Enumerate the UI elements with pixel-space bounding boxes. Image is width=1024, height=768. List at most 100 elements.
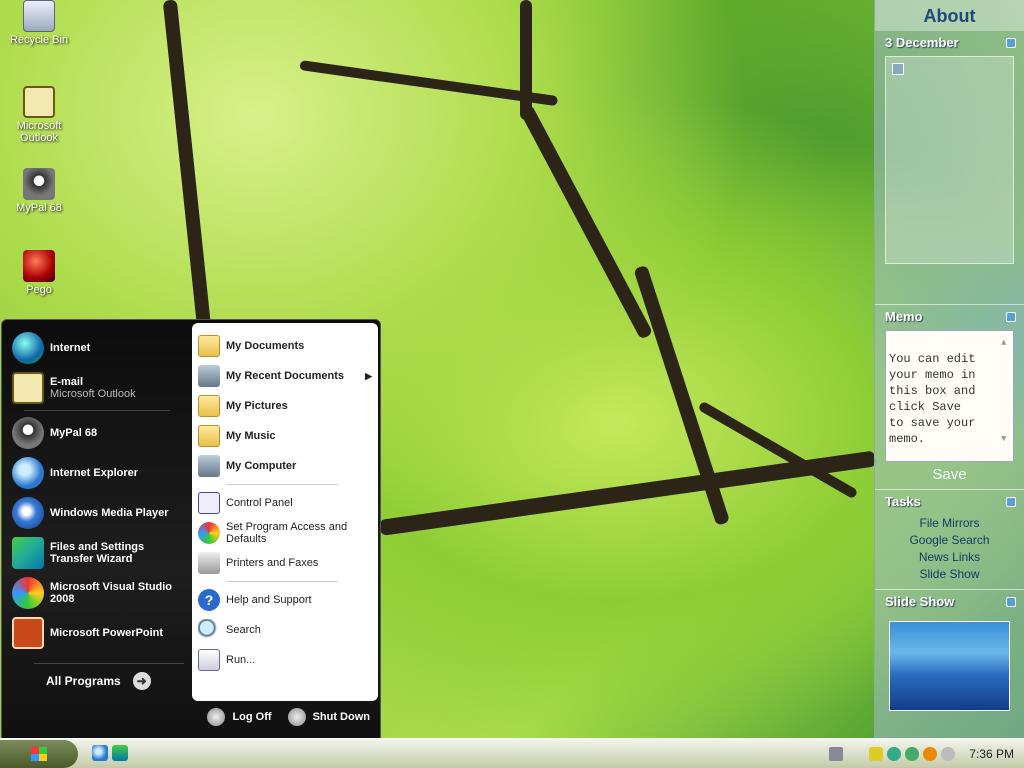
desktop-icon-mypal[interactable]: MyPal 68 bbox=[0, 168, 78, 214]
place-my-documents[interactable]: My Documents bbox=[198, 331, 378, 361]
task-link-google-search[interactable]: Google Search bbox=[875, 532, 1024, 549]
help-and-support[interactable]: ? Help and Support bbox=[198, 585, 378, 615]
start-item-label: MyPal 68 bbox=[50, 427, 98, 439]
run-item[interactable]: Run... bbox=[198, 645, 378, 675]
start-menu-programs: Internet E-mail Microsoft Outlook MyPal … bbox=[6, 328, 188, 653]
place-my-computer[interactable]: My Computer bbox=[198, 451, 378, 481]
start-item-email[interactable]: E-mail Microsoft Outlook bbox=[6, 368, 188, 408]
submenu-arrow-icon: ▶ bbox=[365, 370, 372, 381]
tasks-heading: Tasks bbox=[885, 494, 921, 509]
calendar-gadget-icon[interactable] bbox=[1006, 37, 1016, 48]
start-item-internet-explorer[interactable]: Internet Explorer bbox=[6, 453, 188, 493]
calendar-header: 3 December bbox=[875, 31, 1024, 52]
start-menu-footer: Log Off Shut Down bbox=[207, 708, 370, 726]
desktop-icon-label: Microsoft Outlook bbox=[16, 120, 62, 144]
start-button[interactable] bbox=[0, 740, 78, 768]
desktop-icon-recycle-bin[interactable]: Recycle Bin bbox=[0, 0, 78, 46]
start-item-transfer-wizard[interactable]: Files and Settings Transfer Wizard bbox=[6, 533, 188, 573]
start-item-sublabel: Microsoft Outlook bbox=[50, 388, 136, 400]
outlook-icon bbox=[23, 86, 55, 118]
place-label: My Computer bbox=[226, 460, 297, 472]
desktop-icon-label: Pego bbox=[26, 284, 52, 296]
setting-label: Control Panel bbox=[226, 497, 293, 509]
globe-icon[interactable] bbox=[905, 747, 920, 761]
run-icon bbox=[198, 649, 220, 671]
visual-studio-icon bbox=[12, 577, 44, 609]
all-programs-label: All Programs bbox=[46, 674, 121, 688]
start-item-label: Microsoft Visual Studio 2008 bbox=[50, 581, 173, 605]
shut-down-label: Shut Down bbox=[312, 711, 370, 723]
setting-control-panel[interactable]: Control Panel bbox=[198, 488, 378, 518]
setting-label: Printers and Faxes bbox=[226, 557, 319, 569]
memo-scrollbar[interactable]: ▲ ▼ bbox=[1001, 335, 1011, 457]
desktop-icon-pego[interactable]: Pego bbox=[0, 250, 78, 296]
slideshow-image[interactable] bbox=[889, 621, 1010, 711]
place-my-pictures[interactable]: My Pictures bbox=[198, 391, 378, 421]
start-item-visual-studio[interactable]: Microsoft Visual Studio 2008 bbox=[6, 573, 188, 613]
setting-program-defaults[interactable]: Set Program Access and Defaults bbox=[198, 518, 378, 548]
quicklaunch-ie-icon[interactable] bbox=[92, 745, 108, 761]
all-programs-button[interactable]: All Programs ➜ bbox=[46, 672, 151, 690]
help-label: Run... bbox=[226, 654, 256, 666]
search-icon bbox=[198, 619, 220, 641]
start-item-internet[interactable]: Internet bbox=[6, 328, 188, 368]
mypal-icon bbox=[23, 168, 55, 200]
memo-text: You can edit your memo in this box and c… bbox=[889, 352, 976, 446]
desktop-sidebar: About 3 December Memo You can edit your … bbox=[874, 0, 1024, 738]
desktop-icon-outlook[interactable]: Microsoft Outlook bbox=[0, 86, 78, 144]
place-label: My Documents bbox=[226, 340, 305, 352]
music-folder-icon bbox=[198, 425, 220, 447]
control-panel-icon bbox=[198, 492, 220, 514]
slideshow-gadget-icon[interactable] bbox=[1006, 596, 1016, 607]
start-menu: Internet E-mail Microsoft Outlook MyPal … bbox=[1, 319, 381, 739]
place-label: My Recent Documents bbox=[226, 370, 344, 382]
memo-heading: Memo bbox=[885, 309, 923, 324]
start-item-label: Internet Explorer bbox=[50, 467, 139, 479]
place-my-music[interactable]: My Music bbox=[198, 421, 378, 451]
desktop-icon-label: Recycle Bin bbox=[9, 34, 69, 46]
status-icon[interactable] bbox=[941, 747, 956, 761]
start-item-mypal[interactable]: MyPal 68 bbox=[6, 413, 188, 453]
keyboard-icon[interactable] bbox=[829, 747, 844, 761]
transfer-wizard-icon bbox=[12, 537, 44, 569]
calendar-date: 3 December bbox=[885, 35, 959, 50]
network-icon[interactable] bbox=[887, 747, 902, 761]
log-off-label: Log Off bbox=[232, 711, 272, 723]
picture-placeholder-icon bbox=[892, 63, 904, 75]
task-link-file-mirrors[interactable]: File Mirrors bbox=[875, 515, 1024, 532]
task-link-slide-show[interactable]: Slide Show bbox=[875, 566, 1024, 583]
slideshow-header: Slide Show bbox=[875, 590, 1024, 611]
start-item-label: Windows Media Player bbox=[50, 507, 169, 519]
quicklaunch-desktop-icon[interactable] bbox=[112, 745, 128, 761]
pego-icon bbox=[23, 250, 55, 282]
tasks-gadget-icon[interactable] bbox=[1006, 496, 1016, 507]
task-link-news-links[interactable]: News Links bbox=[875, 549, 1024, 566]
help-label: Help and Support bbox=[226, 594, 312, 606]
setting-label: Set Program Access and Defaults bbox=[226, 521, 348, 545]
mypal-icon bbox=[12, 417, 44, 449]
recent-documents-icon bbox=[198, 365, 220, 387]
pictures-folder-icon bbox=[198, 395, 220, 417]
tasks-header: Tasks bbox=[875, 490, 1024, 511]
arrow-right-icon: ➜ bbox=[132, 672, 151, 690]
search-item[interactable]: Search bbox=[198, 615, 378, 645]
search-tray-icon[interactable] bbox=[923, 747, 938, 761]
place-recent-documents[interactable]: My Recent Documents ▶ bbox=[198, 361, 378, 391]
memo-gadget-icon[interactable] bbox=[1006, 311, 1016, 322]
memo-textarea[interactable]: You can edit your memo in this box and c… bbox=[885, 330, 1014, 462]
desktop-icon-label: MyPal 68 bbox=[16, 202, 62, 214]
taskbar-clock[interactable]: 7:36 PM bbox=[969, 747, 1014, 761]
tasks-list: File Mirrors Google Search News Links Sl… bbox=[875, 511, 1024, 583]
start-item-media-player[interactable]: Windows Media Player bbox=[6, 493, 188, 533]
start-item-label: Microsoft PowerPoint bbox=[50, 627, 164, 639]
shut-down-button[interactable]: Shut Down bbox=[287, 708, 370, 726]
setting-printers[interactable]: Printers and Faxes bbox=[198, 548, 378, 578]
slideshow-heading: Slide Show bbox=[885, 594, 955, 609]
sidebar-title: About bbox=[875, 0, 1024, 31]
start-item-powerpoint[interactable]: Microsoft PowerPoint bbox=[6, 613, 188, 653]
security-shield-icon[interactable] bbox=[869, 747, 884, 761]
help-label: Search bbox=[226, 624, 261, 636]
internet-explorer-icon bbox=[12, 457, 44, 489]
log-off-button[interactable]: Log Off bbox=[207, 708, 272, 726]
memo-save-button[interactable]: Save bbox=[875, 466, 1024, 489]
